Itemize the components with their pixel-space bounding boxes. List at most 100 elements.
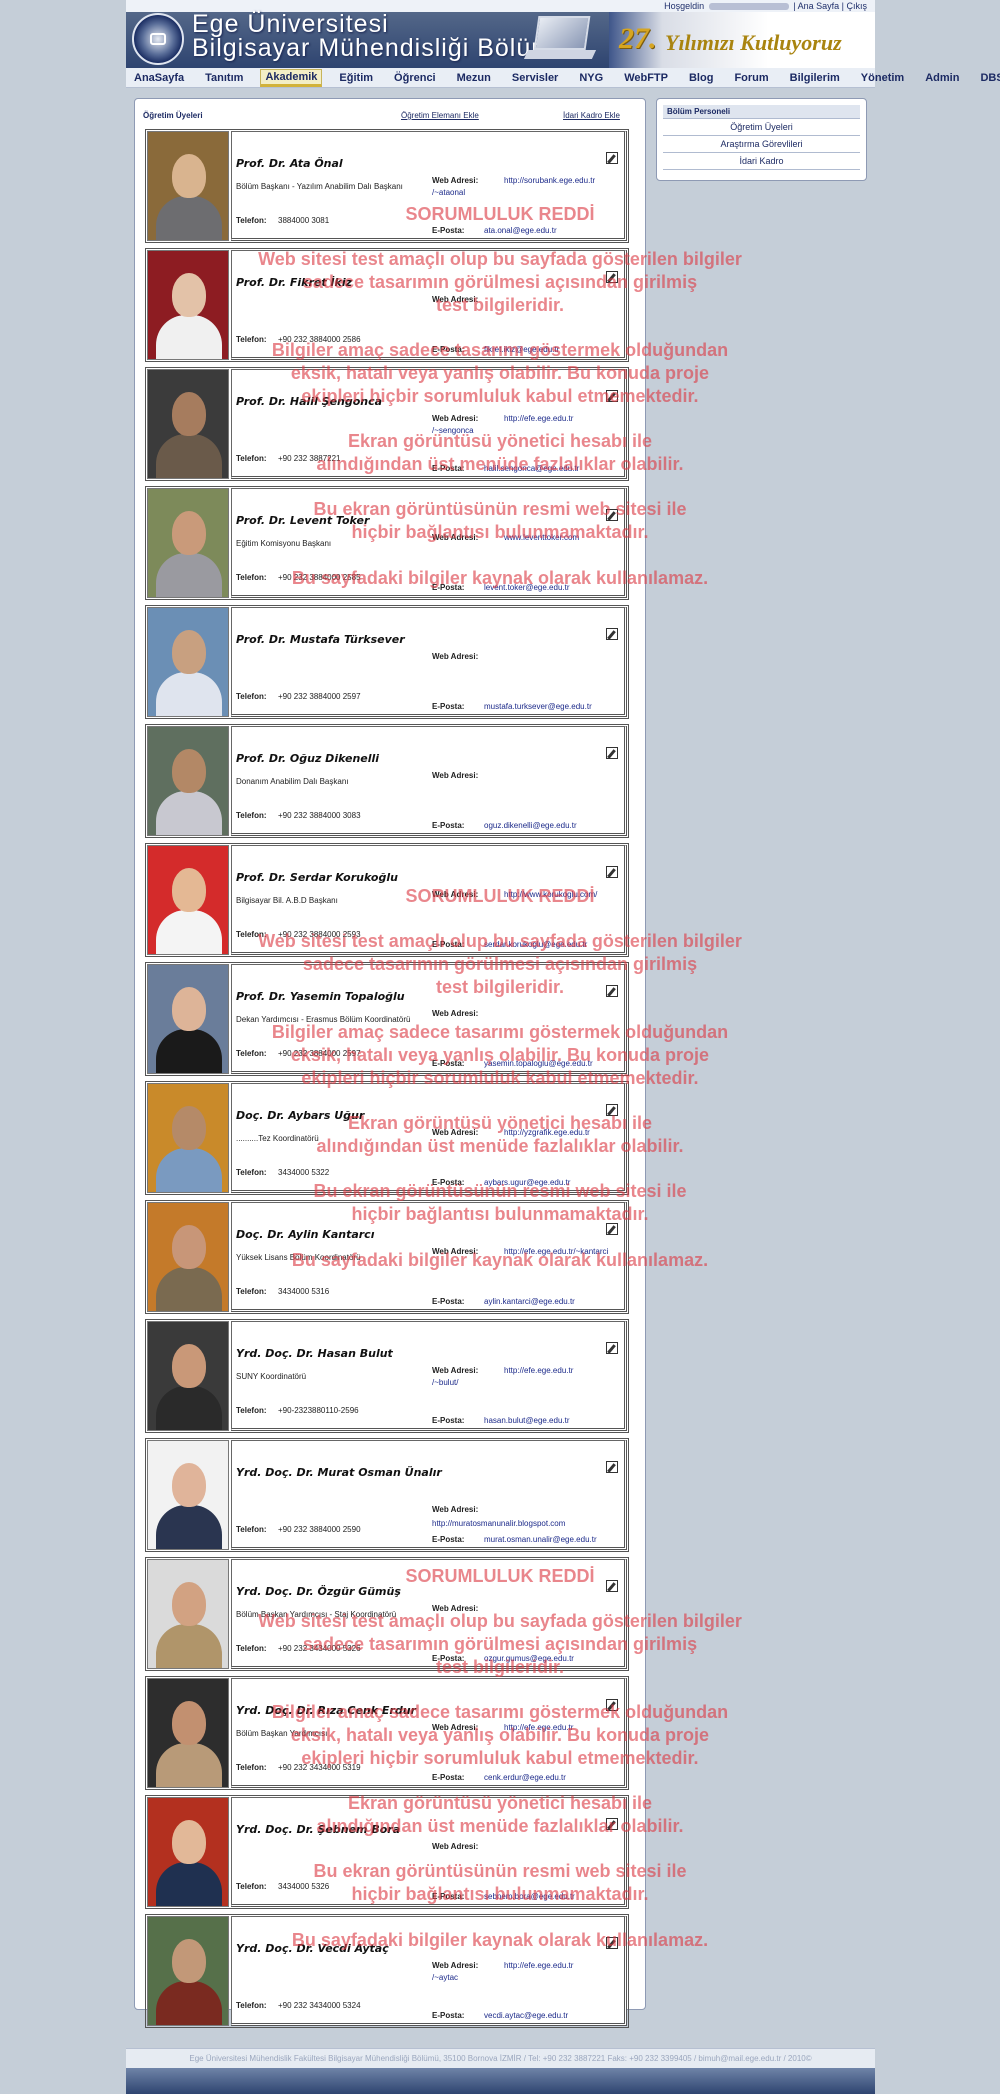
edit-icon[interactable]: [606, 1461, 618, 1473]
staff-role: Bölüm Başkanı - Yazılım Anabilim Dalı Ba…: [236, 182, 403, 191]
sidebar-item-faculty[interactable]: Öğretim Üyeleri: [663, 119, 860, 136]
email-link[interactable]: aylin.kantarci@ege.edu.tr: [484, 1297, 575, 1306]
phone-label: Telefon:: [236, 811, 267, 820]
phone-value: +90 232 3884000 2586: [278, 335, 361, 344]
nav-item-11[interactable]: Bilgilerim: [786, 71, 844, 85]
nav-item-6[interactable]: Servisler: [508, 71, 562, 85]
web-link[interactable]: http://efe.ege.edu.tr: [504, 414, 573, 423]
web-label: Web Adresi:: [432, 890, 479, 899]
edit-icon[interactable]: [606, 1818, 618, 1830]
staff-role: Eğitim Komisyonu Başkanı: [236, 539, 332, 548]
staff-card: Doç. Dr. Aylin Kantarcı Yüksek Lisans Bö…: [145, 1200, 629, 1314]
edit-icon[interactable]: [606, 390, 618, 402]
staff-card: Prof. Dr. Serdar Korukoğlu Bilgisayar Bi…: [145, 843, 629, 957]
laptop-icon: [523, 16, 597, 60]
phone-value: +90 232 3884000 2585: [278, 573, 361, 582]
staff-card: Prof. Dr. Fikret İkiz Web Adresi: Telefo…: [145, 248, 629, 362]
email-link[interactable]: mustafa.turksever@ege.edu.tr: [484, 702, 592, 711]
staff-info: Doç. Dr. Aybars Uğur ..........Tez Koord…: [231, 1083, 627, 1193]
web-link[interactable]: http://sorubank.ege.edu.tr: [504, 176, 595, 185]
nav-item-2[interactable]: Akademik: [260, 68, 323, 87]
nav-item-8[interactable]: WebFTP: [620, 71, 672, 85]
email-link[interactable]: fikret.ikiz@ege.edu.tr: [484, 345, 559, 354]
web-link-path[interactable]: /~sengonca: [432, 426, 474, 435]
nav-item-14[interactable]: DBS: [976, 71, 1000, 85]
staff-card: Doç. Dr. Aybars Uğur ..........Tez Koord…: [145, 1081, 629, 1195]
web-link-path[interactable]: /~aytac: [432, 1973, 458, 1982]
web-link-path[interactable]: /~bulut/: [432, 1378, 458, 1387]
staff-info: Prof. Dr. Oğuz Dikenelli Donanım Anabili…: [231, 726, 627, 836]
nav-item-10[interactable]: Forum: [730, 71, 772, 85]
email-label: E-Posta:: [432, 1297, 465, 1306]
email-link[interactable]: ozgur.gumus@ege.edu.tr: [484, 1654, 574, 1663]
edit-icon[interactable]: [606, 509, 618, 521]
staff-info: Prof. Dr. Levent Toker Eğitim Komisyonu …: [231, 488, 627, 598]
nav-item-3[interactable]: Eğitim: [335, 71, 377, 85]
web-link[interactable]: http://efe.ege.edu.tr: [504, 1961, 573, 1970]
nav-item-4[interactable]: Öğrenci: [390, 71, 440, 85]
email-link[interactable]: sebnem.bora@ege.edu.tr: [484, 1892, 575, 1901]
home-link[interactable]: Ana Sayfa: [798, 1, 840, 11]
email-link[interactable]: ata.onal@ege.edu.tr: [484, 226, 557, 235]
add-staff-link[interactable]: Öğretim Elemanı Ekle: [401, 111, 479, 120]
edit-icon[interactable]: [606, 1223, 618, 1235]
nav-item-13[interactable]: Admin: [921, 71, 963, 85]
web-link[interactable]: http://efe.ege.edu.tr/~kantarci: [504, 1247, 608, 1256]
university-logo[interactable]: [132, 13, 184, 65]
sidebar-item-research-assistants[interactable]: Araştırma Görevlileri: [663, 136, 860, 153]
email-label: E-Posta:: [432, 940, 465, 949]
web-link[interactable]: http://www.korukoglu.com/: [504, 890, 597, 899]
edit-icon[interactable]: [606, 271, 618, 283]
staff-card: Prof. Dr. Oğuz Dikenelli Donanım Anabili…: [145, 724, 629, 838]
edit-icon[interactable]: [606, 1699, 618, 1711]
email-link[interactable]: serdar.korukoglu@ege.edu.tr: [484, 940, 587, 949]
email-link[interactable]: hasan.bulut@ege.edu.tr: [484, 1416, 570, 1425]
email-link[interactable]: levent.toker@ege.edu.tr: [484, 583, 570, 592]
edit-icon[interactable]: [606, 985, 618, 997]
phone-value: 3884000 3081: [278, 216, 330, 225]
edit-icon[interactable]: [606, 1937, 618, 1949]
phone-value: 3434000 5316: [278, 1287, 330, 1296]
footer-text: Ege Üniversitesi Mühendislik Fakültesi B…: [189, 2054, 812, 2063]
nav-item-12[interactable]: Yönetim: [857, 71, 908, 85]
staff-name: Prof. Dr. Ata Önal: [236, 157, 343, 170]
edit-icon[interactable]: [606, 628, 618, 640]
phone-value: +90 232 3884000 2597: [278, 1049, 361, 1058]
web-link[interactable]: www.leventtoker.com: [504, 533, 579, 542]
edit-icon[interactable]: [606, 152, 618, 164]
web-link-path[interactable]: /~ataonal: [432, 188, 465, 197]
staff-card: Yrd. Doç. Dr. Rıza Cenk Erdur Bölüm Başk…: [145, 1676, 629, 1790]
email-link[interactable]: halil.sengonca@ege.edu.tr: [484, 464, 579, 473]
email-link[interactable]: murat.osman.unalir@ege.edu.tr: [484, 1535, 597, 1544]
email-label: E-Posta:: [432, 464, 465, 473]
email-link[interactable]: cenk.erdur@ege.edu.tr: [484, 1773, 566, 1782]
logout-link[interactable]: Çıkış: [846, 1, 867, 11]
web-link[interactable]: http://muratosmanunalir.blogspot.com: [432, 1519, 565, 1528]
phone-value: +90 232 3884000 2593: [278, 930, 361, 939]
email-link[interactable]: oguz.dikenelli@ege.edu.tr: [484, 821, 577, 830]
web-link[interactable]: http://efe.ege.edu.tr: [504, 1723, 573, 1732]
edit-icon[interactable]: [606, 747, 618, 759]
email-link[interactable]: vecdi.aytac@ege.edu.tr: [484, 2011, 568, 2020]
web-link[interactable]: http://efe.ege.edu.tr: [504, 1366, 573, 1375]
nav-item-9[interactable]: Blog: [685, 71, 717, 85]
email-link[interactable]: yasemin.topaloglu@ege.edu.tr: [484, 1059, 593, 1068]
edit-icon[interactable]: [606, 866, 618, 878]
nav-item-0[interactable]: AnaSayfa: [130, 71, 188, 85]
nav-item-1[interactable]: Tanıtım: [201, 71, 247, 85]
staff-role: SUNY Koordinatörü: [236, 1372, 307, 1381]
add-admin-link[interactable]: İdari Kadro Ekle: [563, 111, 620, 120]
staff-info: Doç. Dr. Aylin Kantarcı Yüksek Lisans Bö…: [231, 1202, 627, 1312]
edit-icon[interactable]: [606, 1104, 618, 1116]
staff-info: Prof. Dr. Fikret İkiz Web Adresi: Telefo…: [231, 250, 627, 360]
nav-item-5[interactable]: Mezun: [453, 71, 495, 85]
phone-label: Telefon:: [236, 1882, 267, 1891]
sidebar-title: Bölüm Personeli: [663, 105, 860, 119]
edit-icon[interactable]: [606, 1580, 618, 1592]
edit-icon[interactable]: [606, 1342, 618, 1354]
nav-item-7[interactable]: NYG: [575, 71, 607, 85]
anniversary-text: Yılımızı Kutluyoruz: [665, 30, 842, 55]
email-link[interactable]: aybars.ugur@ege.edu.tr: [484, 1178, 570, 1187]
sidebar-item-admin-staff[interactable]: İdari Kadro: [663, 153, 860, 170]
web-link[interactable]: http://yzgrafik.ege.edu.tr: [504, 1128, 590, 1137]
